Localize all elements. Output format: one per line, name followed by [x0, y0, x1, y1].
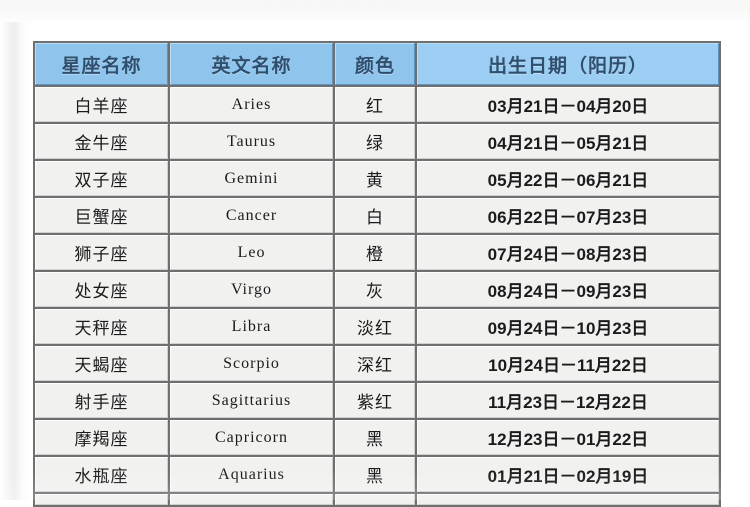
cell-birth-date: 03月21日－04月20日 — [417, 87, 719, 122]
table-row: 天蝎座 Scorpio 深红 10月24日－11月22日 — [35, 346, 719, 381]
cell-constellation-name: 天秤座 — [35, 309, 168, 344]
zodiac-table-container: 星座名称 英文名称 颜色 出生日期（阳历） 白羊座 Aries 红 03月21日－04… — [33, 41, 721, 507]
table-row: 金牛座 Taurus 绿 04月21日－05月21日 — [35, 124, 719, 159]
cell-constellation-name: 白羊座 — [35, 87, 168, 122]
cell-birth-date: 08月24日－09月23日 — [417, 272, 719, 307]
table-row: 狮子座 Leo 橙 07月24日－08月23日 — [35, 235, 719, 270]
table-row: 白羊座 Aries 红 03月21日－04月20日 — [35, 87, 719, 122]
column-header-color: 颜色 — [335, 43, 415, 85]
cell-color: 绿 — [335, 124, 415, 159]
table-row: 天秤座 Libra 淡红 09月24日－10月23日 — [35, 309, 719, 344]
cell-english-name: Taurus — [170, 124, 333, 159]
cell-color: 紫红 — [335, 383, 415, 418]
header-row: 星座名称 英文名称 颜色 出生日期（阳历） — [35, 43, 719, 85]
cell-color: 红 — [335, 87, 415, 122]
cell-constellation-name: 天蝎座 — [35, 346, 168, 381]
cell-constellation-name: 射手座 — [35, 383, 168, 418]
cell-birth-date: 10月24日－11月22日 — [417, 346, 719, 381]
zodiac-table: 星座名称 英文名称 颜色 出生日期（阳历） 白羊座 Aries 红 03月21日－04… — [33, 41, 721, 507]
cell-english-name: Virgo — [170, 272, 333, 307]
cell-constellation-name: 狮子座 — [35, 235, 168, 270]
table-row: 双子座 Gemini 黄 05月22日－06月21日 — [35, 161, 719, 196]
cell-color: 橙 — [335, 235, 415, 270]
cell-english-name: Scorpio — [170, 346, 333, 381]
cell-english-name: Cancer — [170, 198, 333, 233]
cell-constellation-name: 双子座 — [35, 161, 168, 196]
cell-color: 淡红 — [335, 309, 415, 344]
cell-english-name: Sagittarius — [170, 383, 333, 418]
cell-color: 黄 — [335, 161, 415, 196]
cell-color: 黑 — [335, 457, 415, 492]
cell-constellation-name: 摩羯座 — [35, 420, 168, 455]
cell-color: 灰 — [335, 272, 415, 307]
scanned-page: · · · · · · · · · · · 星座名称 英文名称 颜色 出生日期（… — [0, 0, 750, 507]
cell-constellation-name: 处女座 — [35, 272, 168, 307]
table-row: 摩羯座 Capricorn 黑 12月23日－01月22日 — [35, 420, 719, 455]
cell-english-name: Gemini — [170, 161, 333, 196]
cell-birth-date: 05月22日－06月21日 — [417, 161, 719, 196]
table-row: 射手座 Sagittarius 紫红 11月23日－12月22日 — [35, 383, 719, 418]
cell-birth-date: 07月24日－08月23日 — [417, 235, 719, 270]
column-header-english-name: 英文名称 — [170, 43, 333, 85]
cell-english-name: Libra — [170, 309, 333, 344]
cell-birth-date: 06月22日－07月23日 — [417, 198, 719, 233]
column-header-constellation-name: 星座名称 — [35, 43, 168, 85]
table-row: 巨蟹座 Cancer 白 06月22日－07月23日 — [35, 198, 719, 233]
cell-constellation-name: 金牛座 — [35, 124, 168, 159]
table-row: 处女座 Virgo 灰 08月24日－09月23日 — [35, 272, 719, 307]
cell-birth-date: 04月21日－05月21日 — [417, 124, 719, 159]
cell-english-name: Aries — [170, 87, 333, 122]
cell-english-name: Leo — [170, 235, 333, 270]
cell-color: 深红 — [335, 346, 415, 381]
cell-constellation-name: 巨蟹座 — [35, 198, 168, 233]
cell-color: 白 — [335, 198, 415, 233]
cell-color: 黑 — [335, 420, 415, 455]
cell-english-name: Capricorn — [170, 420, 333, 455]
cell-birth-date: 12月23日－01月22日 — [417, 420, 719, 455]
column-header-birth-date: 出生日期（阳历） — [417, 43, 719, 85]
table-row: 水瓶座 Aquarius 黑 01月21日－02月19日 — [35, 457, 719, 492]
table-header: 星座名称 英文名称 颜色 出生日期（阳历） — [35, 43, 719, 85]
cell-english-name: Aquarius — [170, 457, 333, 492]
table-body: 白羊座 Aries 红 03月21日－04月20日 金牛座 Taurus 绿 04月21日－0… — [35, 87, 719, 505]
cell-birth-date: 09月24日－10月23日 — [417, 309, 719, 344]
cell-birth-date: 11月23日－12月22日 — [417, 383, 719, 418]
cell-birth-date: 01月21日－02月19日 — [417, 457, 719, 492]
page-top-faint-text: · · · · · · · · · · · — [268, 1, 402, 13]
cell-constellation-name: 水瓶座 — [35, 457, 168, 492]
page-top-faint-strip: · · · · · · · · · · · — [0, 0, 750, 22]
